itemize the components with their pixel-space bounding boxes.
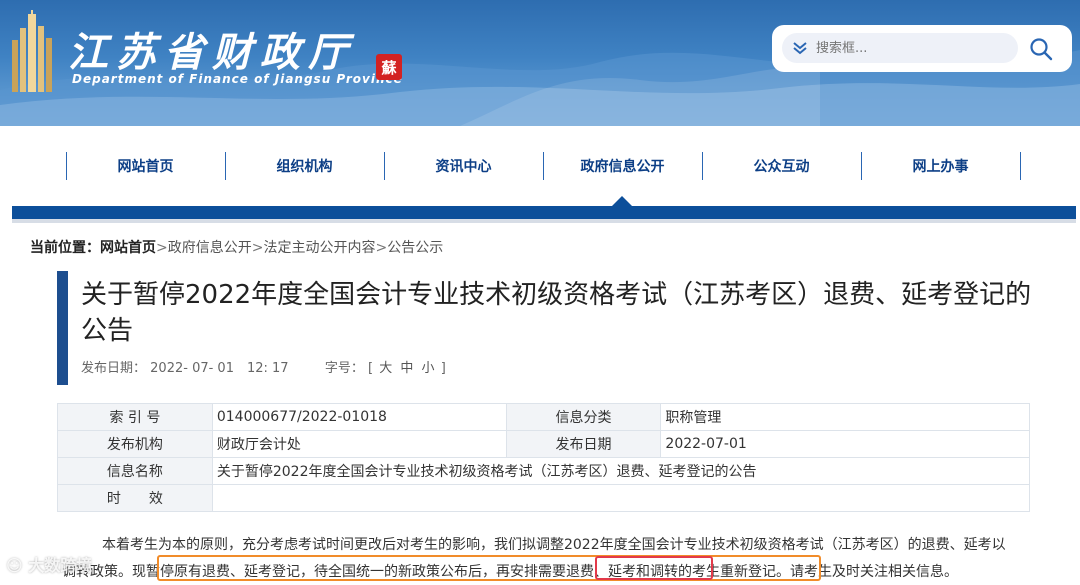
search-input[interactable] [816, 37, 1006, 59]
nav-item-news[interactable]: 资讯中心 [384, 150, 543, 182]
nav-separator [1020, 152, 1021, 180]
breadcrumb-label: 当前位置： [30, 240, 100, 256]
publisher-value: 财政厅会计处 [211, 430, 507, 458]
table-row: 信息名称 关于暂停2022年度全国会计专业技术初级资格考试（江苏考区）退费、延考… [57, 457, 1031, 485]
publish-date-label: 发布日期： [81, 361, 147, 376]
nav-item-gov-info[interactable]: 政府信息公开 [543, 150, 702, 182]
nav-item-organization[interactable]: 组织机构 [225, 150, 384, 182]
info-category-label: 信息分类 [505, 403, 662, 431]
nav-bar-shadow [12, 219, 1076, 223]
breadcrumb-separator: > [375, 240, 388, 256]
article-header: 关于暂停2022年度全国会计专业技术初级资格考试（江苏考区）退费、延考登记的公告… [57, 271, 1057, 385]
font-size-large-button[interactable]: 大 [377, 361, 394, 376]
font-size-small-button[interactable]: 小 [420, 361, 437, 376]
nav-item-home[interactable]: 网站首页 [66, 150, 225, 182]
site-title: 江苏省财政厅 [68, 29, 356, 76]
watermark-text: 大数跨境 [28, 556, 93, 575]
info-name-label: 信息名称 [57, 457, 213, 485]
font-size-bracket-open: [ [368, 361, 374, 376]
validity-label: 时 效 [57, 484, 213, 512]
font-size-label: 字号： [324, 361, 364, 376]
watermark: ☺ 大数跨境 [6, 552, 92, 576]
watermark-logo-icon: ☺ [6, 556, 29, 575]
publish-date-table-value: 2022-07-01 [660, 430, 1030, 458]
main-nav: 网站首页 组织机构 资讯中心 政府信息公开 公众互动 网上办事 [0, 126, 1080, 206]
breadcrumb: 当前位置：网站首页>政府信息公开>法定主动公开内容>公告公示 [30, 237, 443, 257]
table-row: 发布机构 财政厅会计处 发布日期 2022-07-01 [57, 430, 1030, 458]
orange-highlight-box [157, 555, 821, 581]
info-table: 索 引 号 014000677/2022-01018 信息分类 职称管理 发布机… [57, 403, 1031, 512]
header-banner: 江苏省财政厅 Department of Finance of Jiangsu … [0, 0, 1080, 126]
breadcrumb-separator: > [251, 240, 264, 256]
publish-date-table-label: 发布日期 [505, 430, 662, 458]
font-size-bracket-close: ] [440, 361, 446, 376]
building-logo-icon [12, 10, 52, 92]
index-number-value: 014000677/2022-01018 [211, 403, 507, 431]
publisher-label: 发布机构 [57, 430, 213, 458]
validity-value [211, 484, 1031, 512]
info-name-value: 关于暂停2022年度全国会计专业技术初级资格考试（江苏考区）退费、延考登记的公告 [211, 457, 1031, 485]
breadcrumb-separator: > [156, 240, 168, 256]
font-size-medium-button[interactable]: 中 [398, 361, 415, 376]
breadcrumb-statutory-link[interactable]: 法定主动公开内容 [263, 240, 375, 256]
breadcrumb-announcements-link[interactable]: 公告公示 [387, 240, 443, 256]
breadcrumb-home-link[interactable]: 网站首页 [100, 240, 156, 256]
nav-item-public-interaction[interactable]: 公众互动 [702, 150, 861, 182]
search-field [782, 33, 1018, 63]
info-category-value: 职称管理 [660, 403, 1030, 431]
article-meta: 发布日期： 2022- 07- 01 12: 17 字号： [ 大 中 小 ] [81, 357, 446, 376]
search-icon[interactable] [1028, 36, 1054, 62]
index-number-label: 索 引 号 [57, 403, 213, 431]
body-text-line-1: 本着考生为本的原则，充分考虑考试时间更改后对考生的影响，我们拟调整2022年度全… [102, 537, 992, 553]
nav-item-online-services[interactable]: 网上办事 [861, 150, 1020, 182]
site-subtitle: Department of Finance of Jiangsu Provinc… [72, 72, 403, 86]
article-title: 关于暂停2022年度全国会计专业技术初级资格考试（江苏考区）退费、延考登记的公告 [81, 280, 1032, 346]
chevron-down-icon[interactable] [792, 40, 808, 56]
nav-underline-bar [12, 206, 1076, 219]
title-accent-bar [57, 271, 68, 385]
red-highlight-box [595, 556, 713, 580]
table-row: 索 引 号 014000677/2022-01018 信息分类 职称管理 [57, 403, 1030, 431]
breadcrumb-gov-info-link[interactable]: 政府信息公开 [168, 240, 252, 256]
publish-date-value: 2022- 07- 01 12: 17 [150, 361, 289, 376]
table-row: 时 效 [57, 484, 1031, 512]
search-box [772, 25, 1072, 72]
seal-logo: 蘇 [376, 54, 402, 80]
